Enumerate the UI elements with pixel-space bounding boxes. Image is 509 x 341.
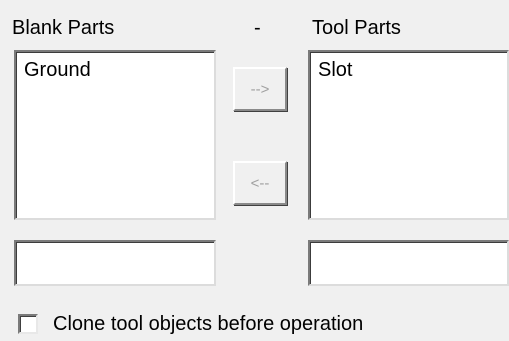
clone-tool-objects-checkbox[interactable]	[18, 314, 38, 334]
clone-tool-objects-label[interactable]: Clone tool objects before operation	[53, 312, 363, 336]
tool-parts-list[interactable]: Slot	[308, 50, 509, 220]
boolean-parts-panel: Blank Parts - Tool Parts Ground Slot -->…	[0, 0, 509, 341]
list-item-slot[interactable]: Slot	[318, 58, 352, 82]
separator-label: -	[254, 17, 261, 39]
tool-parts-label: Tool Parts	[312, 17, 401, 39]
move-to-blank-button[interactable]: <--	[233, 161, 287, 205]
list-item-ground[interactable]: Ground	[24, 58, 91, 82]
move-to-tool-button[interactable]: -->	[233, 67, 287, 111]
blank-parts-list[interactable]: Ground	[14, 50, 216, 220]
tool-parts-field[interactable]	[308, 240, 509, 286]
blank-parts-label: Blank Parts	[12, 17, 115, 39]
blank-parts-field[interactable]	[14, 240, 216, 286]
